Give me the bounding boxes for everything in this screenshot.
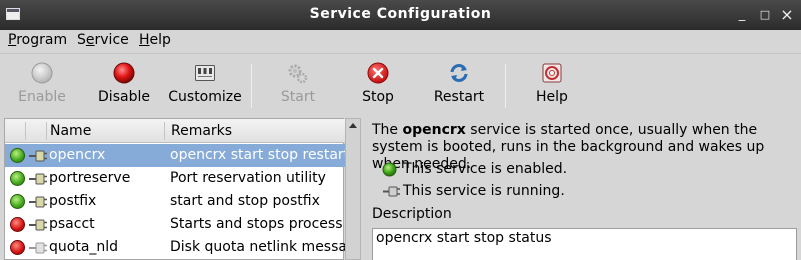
- help-button[interactable]: Help: [516, 54, 588, 114]
- service-remarks-cell: opencrx start stop restart s: [170, 147, 345, 163]
- description-label: Description: [372, 206, 452, 222]
- running-plug-icon: [29, 196, 47, 208]
- running-plug-icon: [29, 173, 47, 185]
- service-list[interactable]: Name Remarks opencrx opencrx start stop r…: [4, 118, 345, 260]
- table-row[interactable]: quota_nld Disk quota netlink messag: [5, 236, 345, 259]
- service-name-cell: postfix: [49, 193, 97, 209]
- enabled-dot-icon: [10, 148, 25, 163]
- service-name-cell: opencrx: [49, 147, 106, 163]
- column-separator: [46, 122, 47, 140]
- table-row[interactable]: opencrx opencrx start stop restart s: [5, 144, 345, 167]
- service-remarks-cell: start and stop postfix: [170, 193, 320, 209]
- column-separator: [25, 122, 26, 140]
- column-separator: [164, 122, 165, 140]
- toolbar: Enable Disable Customize Start Stop Rest…: [0, 53, 801, 115]
- disabled-dot-icon: [10, 240, 25, 255]
- stopped-plug-icon: [29, 242, 47, 254]
- stop-icon: [367, 62, 389, 84]
- service-remarks-cell: Starts and stops process ac: [170, 216, 345, 232]
- service-remarks-cell: Port reservation utility: [170, 170, 326, 186]
- description-textbox[interactable]: opencrx start stop status: [372, 228, 797, 260]
- toolbar-separator: [505, 64, 506, 108]
- disable-icon: [113, 62, 135, 84]
- minimize-button[interactable]: _: [733, 6, 751, 24]
- list-scrollbar[interactable]: [345, 118, 361, 260]
- service-remarks-cell: Disk quota netlink messag: [170, 239, 345, 255]
- enable-icon: [31, 62, 53, 84]
- table-row[interactable]: postfix start and stop postfix: [5, 190, 345, 213]
- stop-button[interactable]: Stop: [342, 54, 414, 114]
- enabled-dot-icon: [10, 194, 25, 209]
- table-row[interactable]: portreserve Port reservation utility: [5, 167, 345, 190]
- table-row[interactable]: psacct Starts and stops process ac: [5, 213, 345, 236]
- running-plug-icon: [29, 150, 47, 162]
- restart-button[interactable]: Restart: [422, 54, 496, 114]
- disabled-dot-icon: [10, 217, 25, 232]
- service-name-cell: quota_nld: [49, 239, 119, 255]
- service-name-cell: portreserve: [49, 170, 131, 186]
- enabled-dot-icon: [10, 171, 25, 186]
- close-button[interactable]: ×: [778, 6, 796, 24]
- start-button[interactable]: Start: [262, 54, 334, 114]
- help-icon: [542, 63, 562, 83]
- disable-button[interactable]: Disable: [88, 54, 160, 114]
- menu-service[interactable]: Service: [77, 31, 129, 51]
- start-gear-icon: [288, 64, 308, 84]
- service-name: opencrx: [402, 122, 466, 138]
- enabled-dot-icon: [382, 162, 397, 177]
- service-detail-panel: The opencrx service is started once, usu…: [372, 122, 797, 260]
- running-plug-icon: [29, 219, 47, 231]
- menu-program[interactable]: Program: [8, 31, 67, 51]
- enable-button[interactable]: Enable: [6, 54, 78, 114]
- customize-button[interactable]: Customize: [167, 54, 243, 114]
- title-bar: Service Configuration _ □ ×: [0, 0, 801, 30]
- customize-icon: [195, 65, 215, 81]
- scroll-up-arrow-icon[interactable]: [348, 121, 358, 131]
- list-header: Name Remarks: [5, 119, 345, 143]
- menu-bar: Program Service Help: [0, 30, 801, 52]
- restart-icon: [450, 64, 468, 82]
- column-header-name[interactable]: Name: [50, 123, 91, 139]
- running-plug-icon: [383, 186, 400, 197]
- toolbar-separator: [251, 64, 252, 108]
- service-name-cell: psacct: [49, 216, 95, 232]
- column-header-remarks[interactable]: Remarks: [171, 123, 232, 139]
- window-title: Service Configuration: [309, 6, 492, 22]
- maximize-button[interactable]: □: [756, 6, 774, 24]
- menu-help[interactable]: Help: [139, 31, 171, 51]
